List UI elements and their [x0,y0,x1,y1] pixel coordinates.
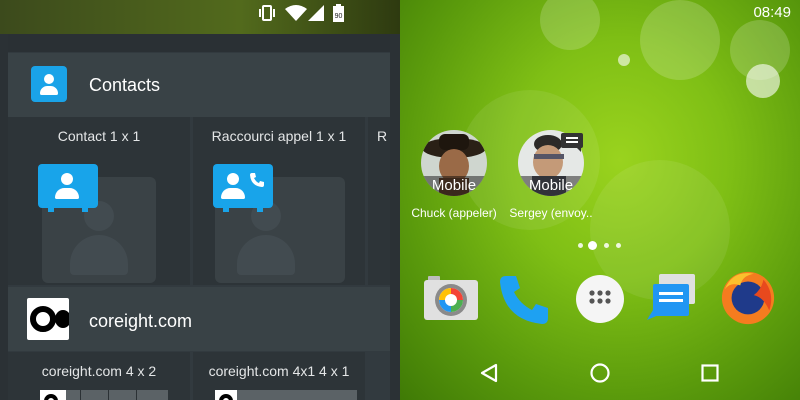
call-shortcut-widget-preview [213,164,273,212]
widget-call-shortcut-1x1[interactable]: Raccourci appel 1 x 1 [193,117,365,285]
shortcut-caption[interactable]: Sergey (envoy.. [504,206,598,220]
page-dot [578,243,583,248]
widget-label: R [377,128,388,144]
page-dot [604,243,609,248]
widget-coreight-4x2[interactable]: coreight.com 4 x 2 [8,352,190,400]
section-title-contacts: Contacts [89,75,161,95]
shortcut-badge: Mobile [421,176,487,196]
wallpaper-bokeh [618,54,630,66]
widget-preview [215,390,357,400]
message-icon [561,133,583,152]
contact-widget-preview [38,164,98,212]
messenger-app-icon[interactable] [645,270,703,328]
contacts-icon [31,66,67,102]
battery-icon: 90 [333,4,344,22]
page-dot [616,243,621,248]
clock: 08:49 [753,4,791,21]
home-screen [400,0,800,400]
widget-label: Contact 1 x 1 [57,128,141,144]
home-button[interactable] [589,362,611,384]
widget-label: coreight.com 4x1 4 x 1 [208,363,350,379]
widget-picker-panel: Contacts Contact 1 x 1 Raccourci appel 1… [0,0,400,400]
recents-button[interactable] [701,364,719,382]
phone-icon [250,173,264,187]
wifi-icon [285,5,307,21]
section-title-coreight: coreight.com [89,311,193,331]
list-top-divider [8,34,390,52]
widget-label: coreight.com 4 x 2 [41,363,157,379]
app-drawer-icon[interactable] [571,270,629,328]
phone-app-icon[interactable] [496,270,554,328]
battery-level: 90 [335,13,343,20]
widget-contact-1x1[interactable]: Contact 1 x 1 [8,117,190,285]
shortcut-badge: Mobile [518,176,584,196]
widget-label: Raccourci appel 1 x 1 [211,128,347,144]
back-button[interactable] [479,363,499,383]
vibrate-icon [259,5,275,21]
coreight-logo [27,298,69,340]
widget-preview [40,390,168,400]
shortcut-caption[interactable]: Chuck (appeler) [408,206,500,220]
signal-icon [308,5,324,21]
wallpaper-bokeh [746,64,780,98]
navigation-bar [400,344,800,400]
widget-coreight-4x1[interactable]: coreight.com 4x1 4 x 1 [193,352,365,400]
widget-third-cut[interactable]: R [368,117,390,285]
firefox-app-icon[interactable] [719,268,777,326]
page-dot-active [588,241,597,250]
status-bar: 90 08:49 [0,0,800,26]
camera-app-icon[interactable] [422,270,480,328]
shortcut-chuck[interactable]: Mobile [421,130,487,196]
